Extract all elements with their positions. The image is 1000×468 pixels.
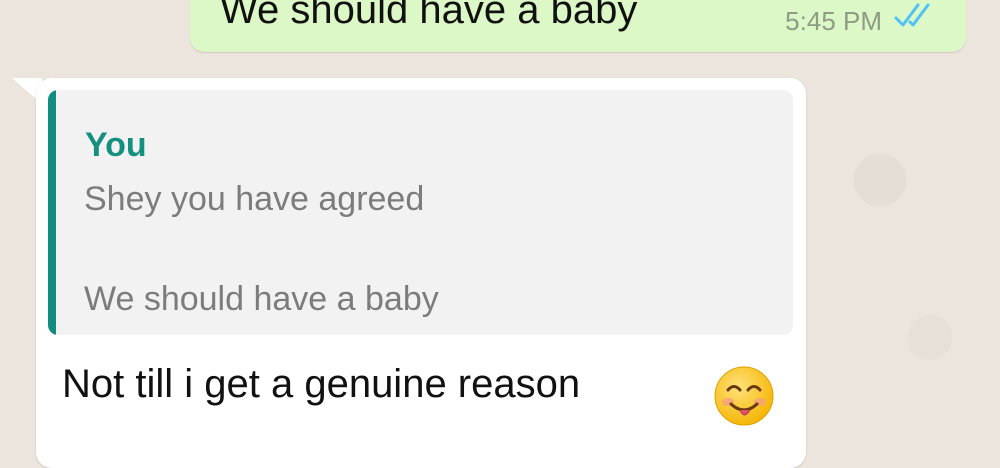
- quoted-line-2: We should have a baby: [84, 280, 439, 318]
- outgoing-message-text: We should have a baby: [220, 0, 638, 32]
- smiling-face-icon: [714, 366, 774, 426]
- double-check-icon: [894, 3, 930, 27]
- incoming-message-bubble[interactable]: You Shey you have agreed We should have …: [36, 78, 806, 468]
- outgoing-message-bubble[interactable]: We should have a baby 5:45 PM: [190, 0, 966, 52]
- incoming-message-text: Not till i get a genuine reason: [62, 362, 581, 406]
- quoted-author: You: [85, 126, 147, 164]
- quoted-message[interactable]: You Shey you have agreed We should have …: [48, 90, 793, 335]
- quoted-line-1: Shey you have agreed: [84, 180, 425, 218]
- message-timestamp: 5:45 PM: [785, 6, 882, 36]
- quote-accent-bar: [48, 90, 56, 335]
